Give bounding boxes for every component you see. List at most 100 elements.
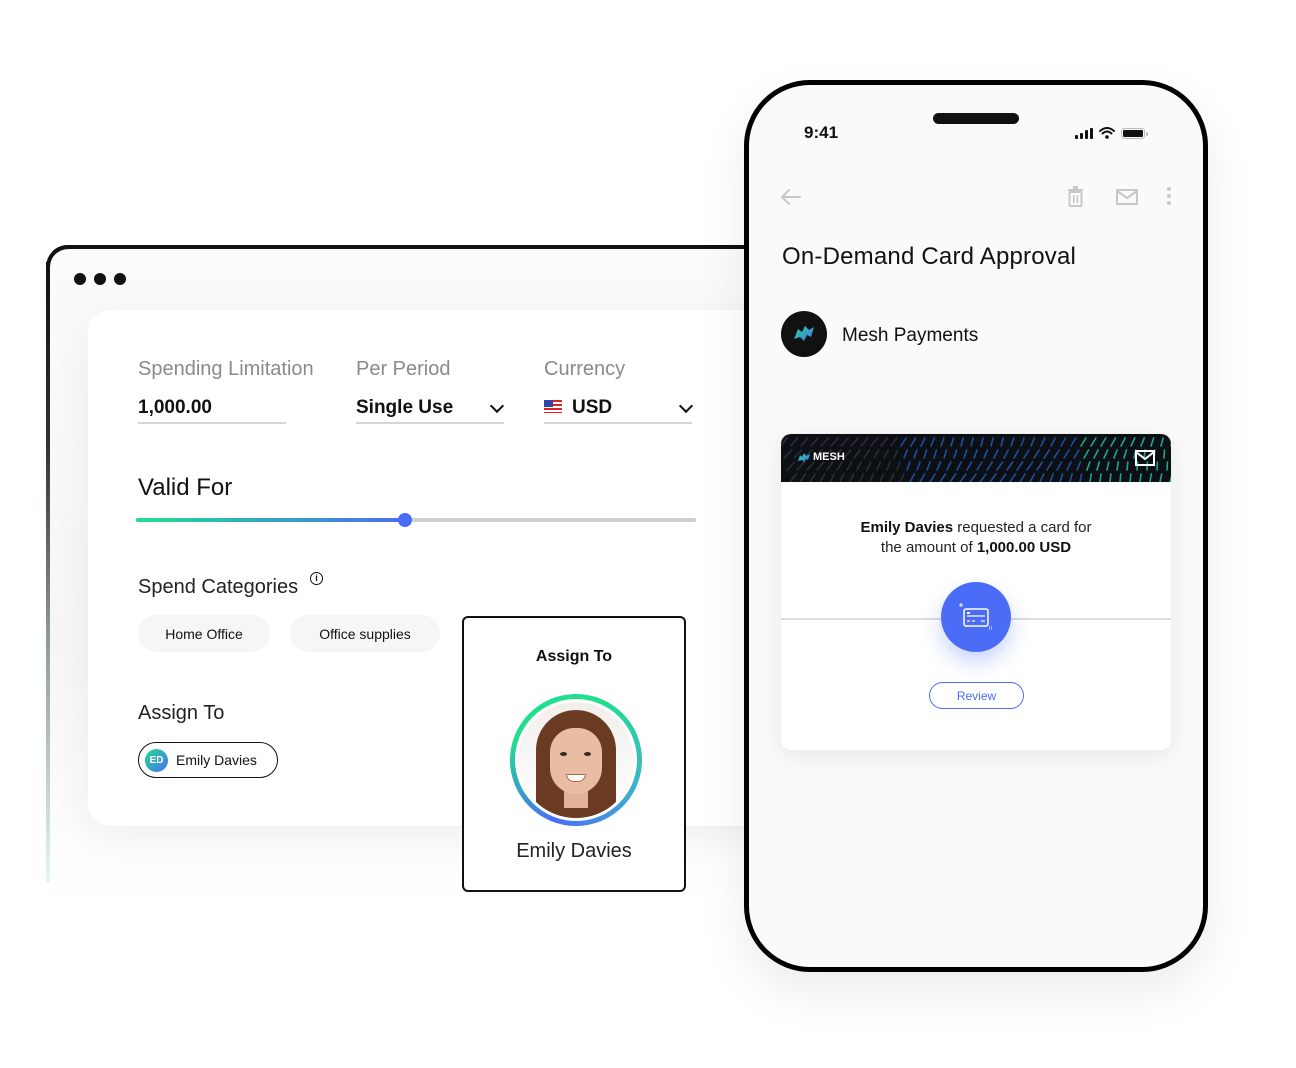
header-pattern-dash [1123,449,1128,459]
header-pattern-dash [799,473,807,482]
header-pattern-dash [1149,473,1153,482]
us-flag-icon [544,400,562,413]
header-pattern-dash [996,461,1004,471]
header-pattern-dash [953,449,958,459]
brand-name: MESH [813,451,845,463]
header-pattern-dash [1023,449,1030,459]
header-pattern-dash [913,449,918,459]
header-pattern-dash [860,437,869,447]
header-pattern-dash [969,473,977,482]
email-message: Emily Davies requested a card for the am… [781,518,1171,558]
header-pattern-dash [950,437,955,447]
valid-for-slider[interactable] [136,513,696,527]
header-pattern-dash [1093,449,1099,459]
header-pattern-dash [1006,461,1014,471]
header-pattern-dash [1029,473,1036,482]
header-pattern-dash [1059,473,1064,482]
header-pattern-dash [820,437,830,447]
per-period-select[interactable]: Single Use [356,397,453,419]
trash-icon[interactable] [1067,185,1084,207]
header-pattern-dash [830,437,840,447]
header-pattern-dash [1113,449,1118,459]
header-pattern-dash [789,473,798,482]
header-pattern-dash [1126,461,1129,471]
valid-for-heading: Valid For [138,474,233,501]
header-pattern-dash [1060,437,1067,447]
email-card-header: MESH [781,434,1171,482]
review-button[interactable]: Review [929,682,1024,709]
header-pattern-dash [1050,437,1057,447]
header-pattern-dash [816,461,825,471]
header-pattern-dash [1009,473,1017,482]
header-pattern-dash [906,461,911,471]
header-pattern-dash [1000,437,1005,447]
mail-icon [1135,450,1155,466]
header-pattern-dash [930,437,936,447]
header-pattern-dash [853,449,861,459]
info-icon[interactable]: i [310,572,323,585]
assign-to-card[interactable]: Assign To Emily Davies [462,616,686,892]
header-pattern-dash [1103,449,1109,459]
header-pattern-dash [1120,437,1126,447]
header-pattern-dash [1109,473,1112,482]
header-pattern-dash [903,449,909,459]
header-pattern-dash [840,437,850,447]
category-chip-home-office[interactable]: Home Office [138,615,270,652]
header-pattern-dash [849,473,855,482]
more-vert-icon[interactable] [1167,187,1171,205]
back-arrow-icon[interactable] [781,189,801,205]
message-text: requested a card for [953,519,1092,536]
header-pattern-dash [959,473,967,482]
header-pattern-dash [1026,461,1034,471]
window-controls [74,273,126,285]
header-pattern-dash [873,449,880,459]
header-pattern-dash [1106,461,1110,471]
slider-handle[interactable] [397,513,412,527]
currency-underline [544,422,692,424]
header-pattern-dash [986,461,994,471]
header-pattern-dash [1169,474,1171,482]
header-pattern-dash [1003,449,1010,459]
header-pattern-dash [829,473,835,482]
category-chip-office-supplies[interactable]: Office supplies [290,615,440,652]
header-pattern-dash [980,437,984,447]
header-pattern-dash [1159,473,1163,482]
header-pattern-dash [896,461,901,471]
header-pattern-dash [893,449,899,459]
header-pattern-dash [809,473,816,482]
window-dot[interactable] [74,273,86,285]
header-pattern-dash [869,473,875,482]
credit-card-button[interactable] [941,582,1011,652]
avatar: ED [145,748,168,772]
header-pattern-dash [796,461,806,471]
header-pattern-dash [970,437,974,447]
header-pattern-dash [850,437,860,447]
currency-select[interactable]: USD [572,397,612,419]
mail-icon[interactable] [1116,189,1138,205]
header-pattern-dash [929,473,936,482]
spending-limitation-input[interactable]: 1,000.00 [138,397,212,419]
window-dot[interactable] [114,273,126,285]
phone-notch [933,113,1019,124]
header-pattern-dash [923,449,928,459]
header-pattern-dash [989,473,997,482]
window-dot[interactable] [94,273,106,285]
currency-label: Currency [544,358,626,380]
header-pattern-dash [993,449,999,459]
header-pattern-dash [806,461,815,471]
header-pattern-dash [856,461,862,471]
header-pattern-dash [919,473,926,482]
header-pattern-dash [781,437,788,447]
assignee-chip[interactable]: ED Emily Davies [138,742,278,778]
spending-limitation-underline [138,422,286,424]
header-pattern-dash [786,461,796,471]
header-pattern-dash [1063,449,1070,459]
header-pattern-dash [1020,437,1025,447]
header-pattern-dash [846,461,853,471]
header-pattern-dash [939,473,947,482]
header-pattern-dash [1039,473,1045,482]
requester-name: Emily Davies [860,519,954,536]
message-text: the amount of [880,539,977,556]
header-pattern-dash [1119,473,1122,482]
header-pattern-dash [1056,461,1063,471]
